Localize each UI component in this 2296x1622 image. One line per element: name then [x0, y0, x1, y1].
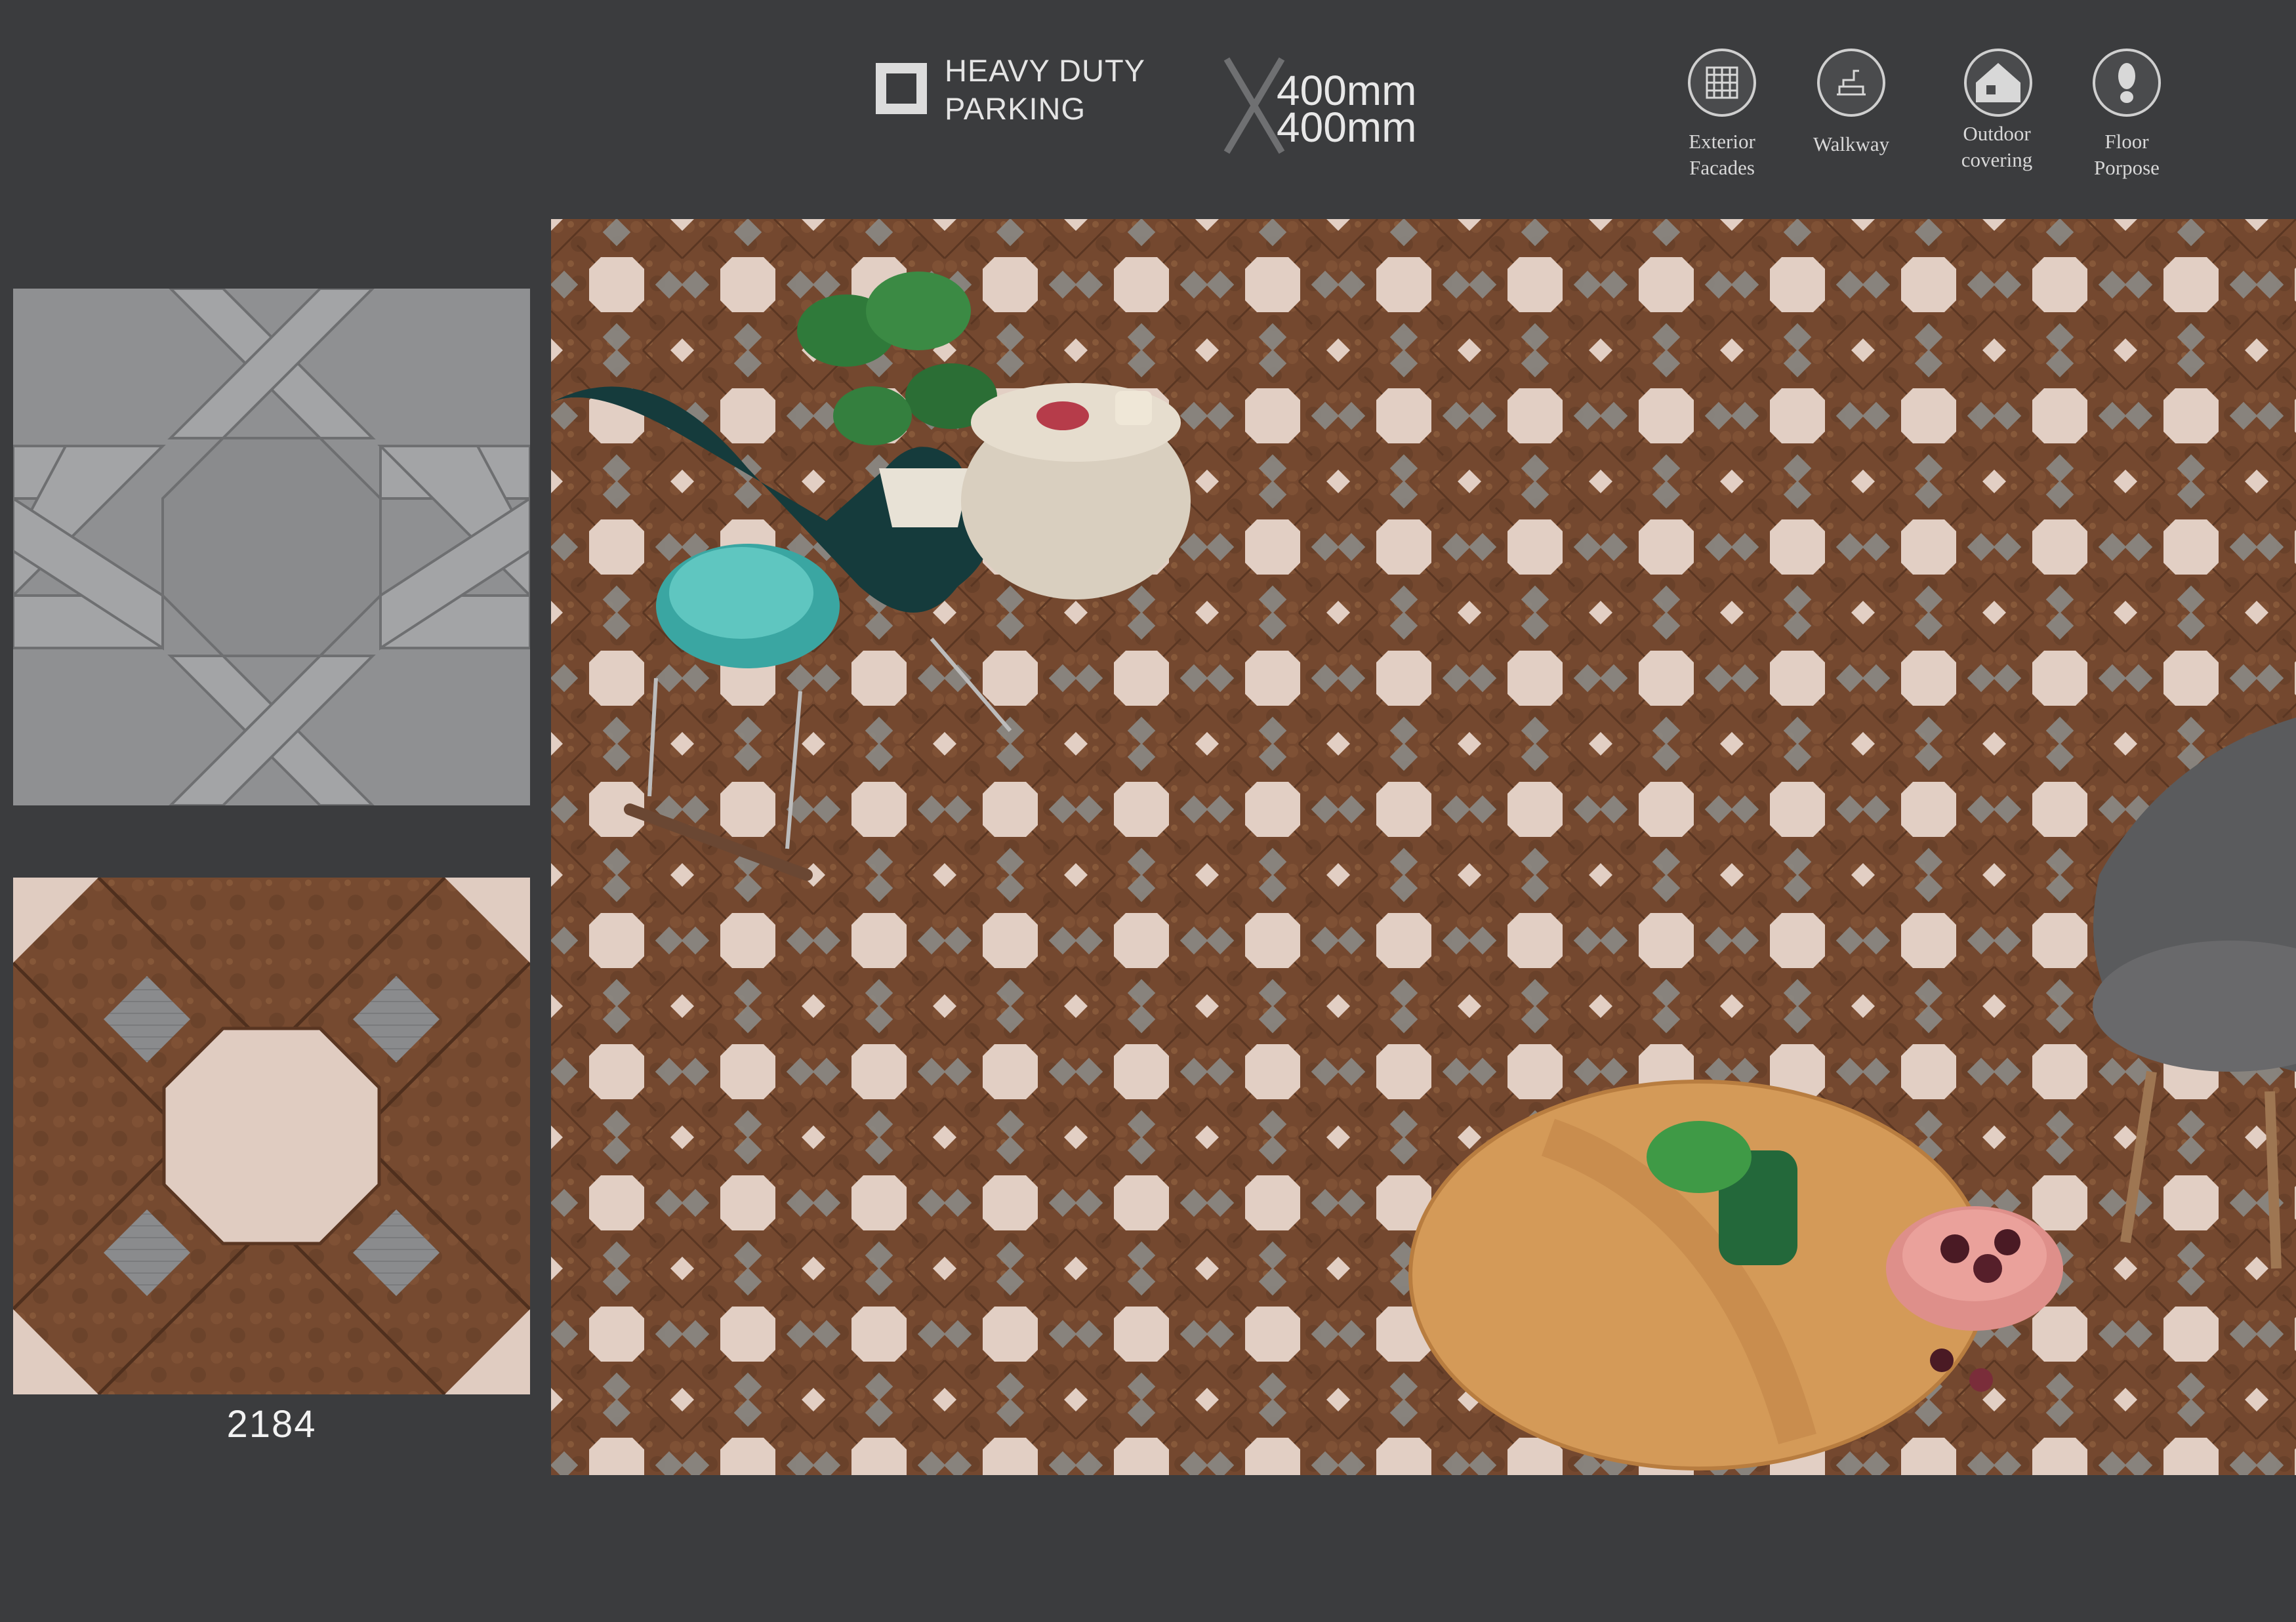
floor-purpose-icon	[2093, 49, 2161, 117]
size-height: 400mm	[1277, 104, 1417, 151]
room-scene-image	[551, 219, 2296, 1475]
exterior-facades-icon	[1688, 49, 1756, 117]
feature-line-1: HEAVY DUTY	[945, 53, 1145, 88]
floor-purpose-label-2: Porpose	[2094, 156, 2160, 179]
outdoor-covering-icon	[1964, 49, 2032, 117]
outdoor-covering-label-1: Outdoor	[1963, 122, 2031, 145]
tile-code: 2184	[226, 1403, 317, 1446]
outdoor-covering-label-2: covering	[1961, 148, 2033, 171]
feature-square-icon	[876, 63, 927, 114]
exterior-facades-label-2: Facades	[1689, 156, 1755, 179]
walkway-label: Walkway	[1813, 132, 1890, 155]
walkway-icon	[1817, 49, 1885, 117]
feature-line-2: PARKING	[945, 91, 1086, 126]
stone-pouf	[961, 383, 1191, 599]
floor-purpose-label-1: Floor	[2104, 130, 2149, 153]
tile-relief-swatch	[13, 289, 530, 805]
tile-color-swatch	[13, 878, 530, 1394]
exterior-facades-label-1: Exterior	[1689, 130, 1755, 153]
